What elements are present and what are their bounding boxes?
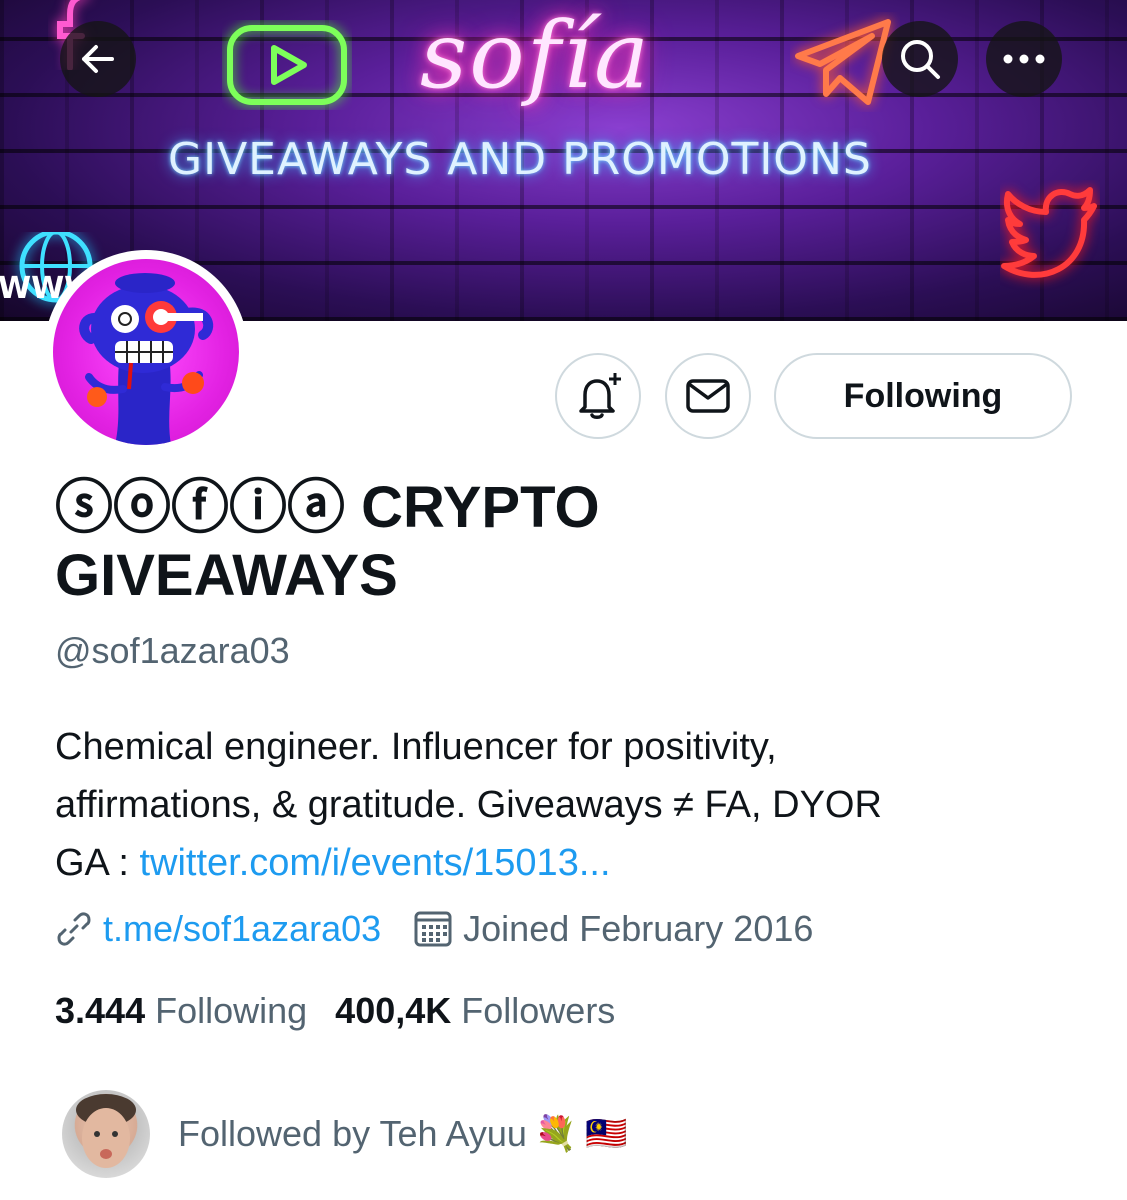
envelope-icon	[686, 379, 730, 413]
profile-meta-row: t.me/sof1azara03 Joined February 2016	[55, 908, 845, 950]
following-button[interactable]: Following	[774, 353, 1072, 439]
profile-bio: Chemical engineer. Influencer for positi…	[55, 718, 1055, 892]
bio-line-2: affirmations, & gratitude. Giveaways ≠ F…	[55, 784, 882, 826]
message-button[interactable]	[665, 353, 751, 439]
bell-plus-icon	[579, 373, 621, 419]
followed-by-row[interactable]: Followed by Teh Ayuu 💐 🇲🇾	[62, 1090, 628, 1178]
malaysia-flag-emoji: 🇲🇾	[585, 1115, 628, 1153]
followed-by-text: Followed by Teh Ayuu	[178, 1113, 527, 1154]
search-button[interactable]	[882, 21, 958, 97]
banner-title: sofía	[420, 2, 651, 109]
calendar-icon	[414, 911, 452, 947]
joined-item: Joined February 2016	[413, 908, 813, 950]
display-name: ⓢⓞⓕⓘⓐ CRYPTO GIVEAWAYS	[55, 475, 600, 608]
link-icon	[57, 912, 91, 946]
joined-date: Joined February 2016	[463, 908, 814, 949]
twitter-neon-icon	[1001, 187, 1097, 278]
cartoon-creature-avatar-image	[79, 273, 214, 445]
website-link[interactable]: t.me/sof1azara03	[103, 908, 381, 950]
follow-stats: 3.444 Following 400,4K Followers	[55, 990, 643, 1032]
website-item[interactable]: t.me/sof1azara03	[55, 908, 381, 950]
bouquet-emoji: 💐	[534, 1115, 578, 1153]
more-button[interactable]	[986, 21, 1062, 97]
back-arrow-icon	[82, 45, 114, 73]
banner-subtitle: GIVEAWAYS AND PROMOTIONS	[168, 134, 872, 185]
follower-avatar	[62, 1090, 150, 1178]
following-label[interactable]: Following	[155, 990, 307, 1032]
user-handle: @sof1azara03	[55, 630, 290, 671]
bio-line-1: Chemical engineer. Influencer for positi…	[55, 726, 777, 768]
bio-line-3: GA : twitter.com/i/events/15013...	[55, 834, 1055, 892]
following-count[interactable]: 3.444	[55, 990, 145, 1032]
back-button[interactable]	[60, 21, 136, 97]
youtube-neon-icon	[227, 25, 347, 105]
profile-avatar	[53, 259, 239, 445]
notifications-button[interactable]	[555, 353, 641, 439]
follower-face-image	[76, 1094, 136, 1168]
followers-count[interactable]: 400,4K	[335, 990, 451, 1032]
profile-avatar-frame[interactable]	[44, 250, 248, 454]
more-icon	[1003, 54, 1045, 64]
search-icon	[901, 40, 940, 79]
bio-event-link[interactable]: twitter.com/i/events/15013...	[139, 842, 610, 884]
followers-label[interactable]: Followers	[461, 990, 615, 1032]
bio-line-3-prefix: GA :	[55, 842, 140, 884]
